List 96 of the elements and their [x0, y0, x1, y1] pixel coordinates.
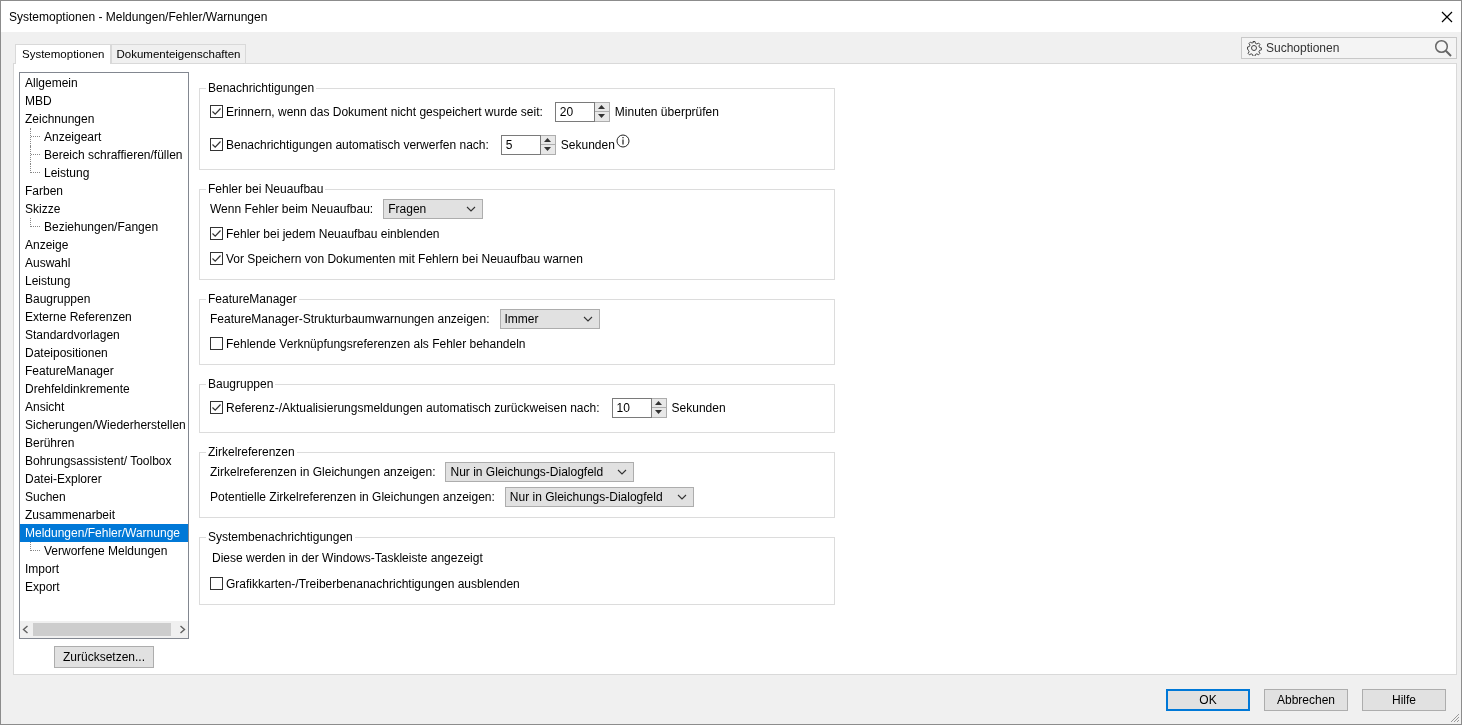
tab[interactable]: Systemoptionen [15, 44, 112, 64]
checkbox-label: Vor Speichern von Dokumenten mit Fehlern bei Neuaufbau warnen [226, 251, 583, 266]
group-title: Zirkelreferenzen [207, 445, 296, 459]
info-text: Diese werden in der Windows-Taskleiste angezeigt [212, 550, 483, 565]
scroll-left-icon[interactable] [22, 625, 29, 634]
tree-item[interactable]: Allgemein [20, 74, 188, 92]
tree-item[interactable]: Zeichnungen [20, 110, 188, 128]
checkbox-label: Fehler bei jedem Neuaufbau einblenden [226, 226, 440, 241]
checkbox[interactable] [210, 252, 223, 265]
spin-up-button[interactable] [594, 102, 609, 111]
dropdown[interactable]: Immer [499, 308, 600, 329]
checkbox[interactable] [210, 227, 223, 240]
dropdown[interactable]: Nur in Gleichungs-Dialogfeld [445, 461, 635, 482]
group-title: FeatureManager [207, 292, 298, 306]
tree-item[interactable]: Leistung [42, 164, 90, 182]
checkbox[interactable] [210, 105, 223, 118]
down-arrow-icon [655, 410, 663, 415]
checkbox[interactable] [210, 337, 223, 350]
unit-label: Sekunden [671, 400, 726, 415]
cancel-button[interactable]: Abbrechen [1264, 688, 1348, 711]
tree-item[interactable]: Datei-Explorer [20, 470, 188, 488]
checkbox-label: Erinnern, wenn das Dokument nicht gespeichert wurde seit: [226, 104, 543, 119]
spin-up-button[interactable] [651, 398, 666, 407]
group-title: Fehler bei Neuaufbau [207, 182, 325, 196]
field-label: Zirkelreferenzen in Gleichungen anzeigen: [210, 464, 436, 479]
tree-item[interactable]: Anzeige [20, 236, 188, 254]
tree-item[interactable]: Berühren [20, 434, 188, 452]
tree-item[interactable]: Verworfene Meldungen [42, 542, 168, 560]
tree-item[interactable]: Suchen [20, 488, 188, 506]
spin-up-button[interactable] [540, 135, 555, 144]
number-field[interactable]: 10 [611, 397, 652, 418]
checkbox-label: Fehlende Verknüpfungsreferenzen als Fehler behandeln [226, 336, 526, 351]
tree-item[interactable]: Beziehungen/Fangen [42, 218, 159, 236]
window-title: Systemoptionen - Meldungen/Fehler/Warnungen [9, 9, 268, 24]
tree-item[interactable]: Drehfeldinkremente [20, 380, 188, 398]
reset-button[interactable]: Zurücksetzen... [54, 646, 154, 668]
search-icon[interactable] [1434, 39, 1452, 57]
tree-item[interactable]: Farben [20, 182, 188, 200]
checkbox[interactable] [210, 577, 223, 590]
number-field[interactable]: 20 [554, 101, 595, 122]
unit-label: Sekunden [560, 137, 615, 152]
checkbox-label: Grafikkarten-/Treiberbenanachrichtigungen ausblenden [226, 576, 520, 591]
tree-item[interactable]: Baugruppen [20, 290, 188, 308]
checkbox-label: Benachrichtigungen automatisch verwerfen nach: [226, 137, 489, 152]
tree-item[interactable]: Dateipositionen [20, 344, 188, 362]
down-arrow-icon [598, 114, 606, 119]
group-title: Benachrichtigungen [207, 81, 316, 95]
checkbox-label: Referenz-/Aktualisierungsmeldungen automatisch zurückweisen nach: [226, 400, 600, 415]
settings-icon [1246, 40, 1262, 56]
ok-button[interactable]: OK [1166, 688, 1250, 711]
field-label: FeatureManager-Strukturbaumwarnungen anzeigen: [210, 311, 490, 326]
field-label: Potentielle Zirkelreferenzen in Gleichungen anzeigen: [210, 489, 495, 504]
tree-item[interactable]: Sicherungen/Wiederherstellen [20, 416, 188, 434]
resize-grip-icon[interactable] [1450, 713, 1460, 723]
tree-item[interactable]: Meldungen/Fehler/Warnunge [20, 524, 188, 542]
tree-item[interactable]: Bohrungsassistent/ Toolbox [20, 452, 188, 470]
number-field[interactable]: 5 [500, 134, 541, 155]
search-box[interactable]: Suchoptionen [1241, 37, 1457, 59]
checkbox[interactable] [210, 401, 223, 414]
tree-item[interactable]: Anzeigeart [42, 128, 102, 146]
unit-label: Minuten überprüfen [614, 104, 719, 119]
group-title: Systembenachrichtigungen [207, 530, 354, 544]
search-field[interactable]: Suchoptionen [1266, 41, 1430, 55]
up-arrow-icon [655, 400, 663, 405]
tree-item[interactable]: MBD [20, 92, 188, 110]
tree-item[interactable]: FeatureManager [20, 362, 188, 380]
tree-item[interactable]: Standardvorlagen [20, 326, 188, 344]
tree-item[interactable]: Ansicht [20, 398, 188, 416]
tab[interactable]: Dokumenteigenschaften [111, 44, 246, 63]
tree-item[interactable]: Bereich schraffieren/füllen [42, 146, 183, 164]
tree-item[interactable]: Zusammenarbeit [20, 506, 188, 524]
tree-item[interactable]: Export [20, 578, 188, 596]
caret-icon [466, 205, 477, 212]
scrollbar-thumb[interactable] [33, 623, 171, 636]
tree-item[interactable]: Externe Referenzen [20, 308, 188, 326]
dropdown[interactable]: Nur in Gleichungs-Dialogfeld [504, 486, 694, 507]
up-arrow-icon [544, 137, 552, 142]
up-arrow-icon [598, 104, 606, 109]
tree-item[interactable]: Import [20, 560, 188, 578]
group-title: Baugruppen [207, 377, 275, 391]
spin-down-button[interactable] [594, 111, 609, 121]
field-label: Wenn Fehler beim Neuaufbau: [210, 201, 374, 216]
close-icon[interactable] [1441, 10, 1453, 23]
tree-item[interactable]: Auswahl [20, 254, 188, 272]
spin-down-button[interactable] [540, 144, 555, 154]
caret-icon [617, 468, 628, 475]
dropdown[interactable]: Fragen [383, 198, 484, 219]
caret-icon [582, 315, 593, 322]
checkbox[interactable] [210, 138, 223, 151]
tree-item[interactable]: Leistung [20, 272, 188, 290]
down-arrow-icon [544, 147, 552, 152]
caret-icon [676, 493, 687, 500]
scroll-right-icon[interactable] [179, 625, 186, 634]
spin-down-button[interactable] [651, 407, 666, 417]
tree-item[interactable]: Skizze [20, 200, 188, 218]
help-button[interactable]: Hilfe [1362, 688, 1446, 711]
